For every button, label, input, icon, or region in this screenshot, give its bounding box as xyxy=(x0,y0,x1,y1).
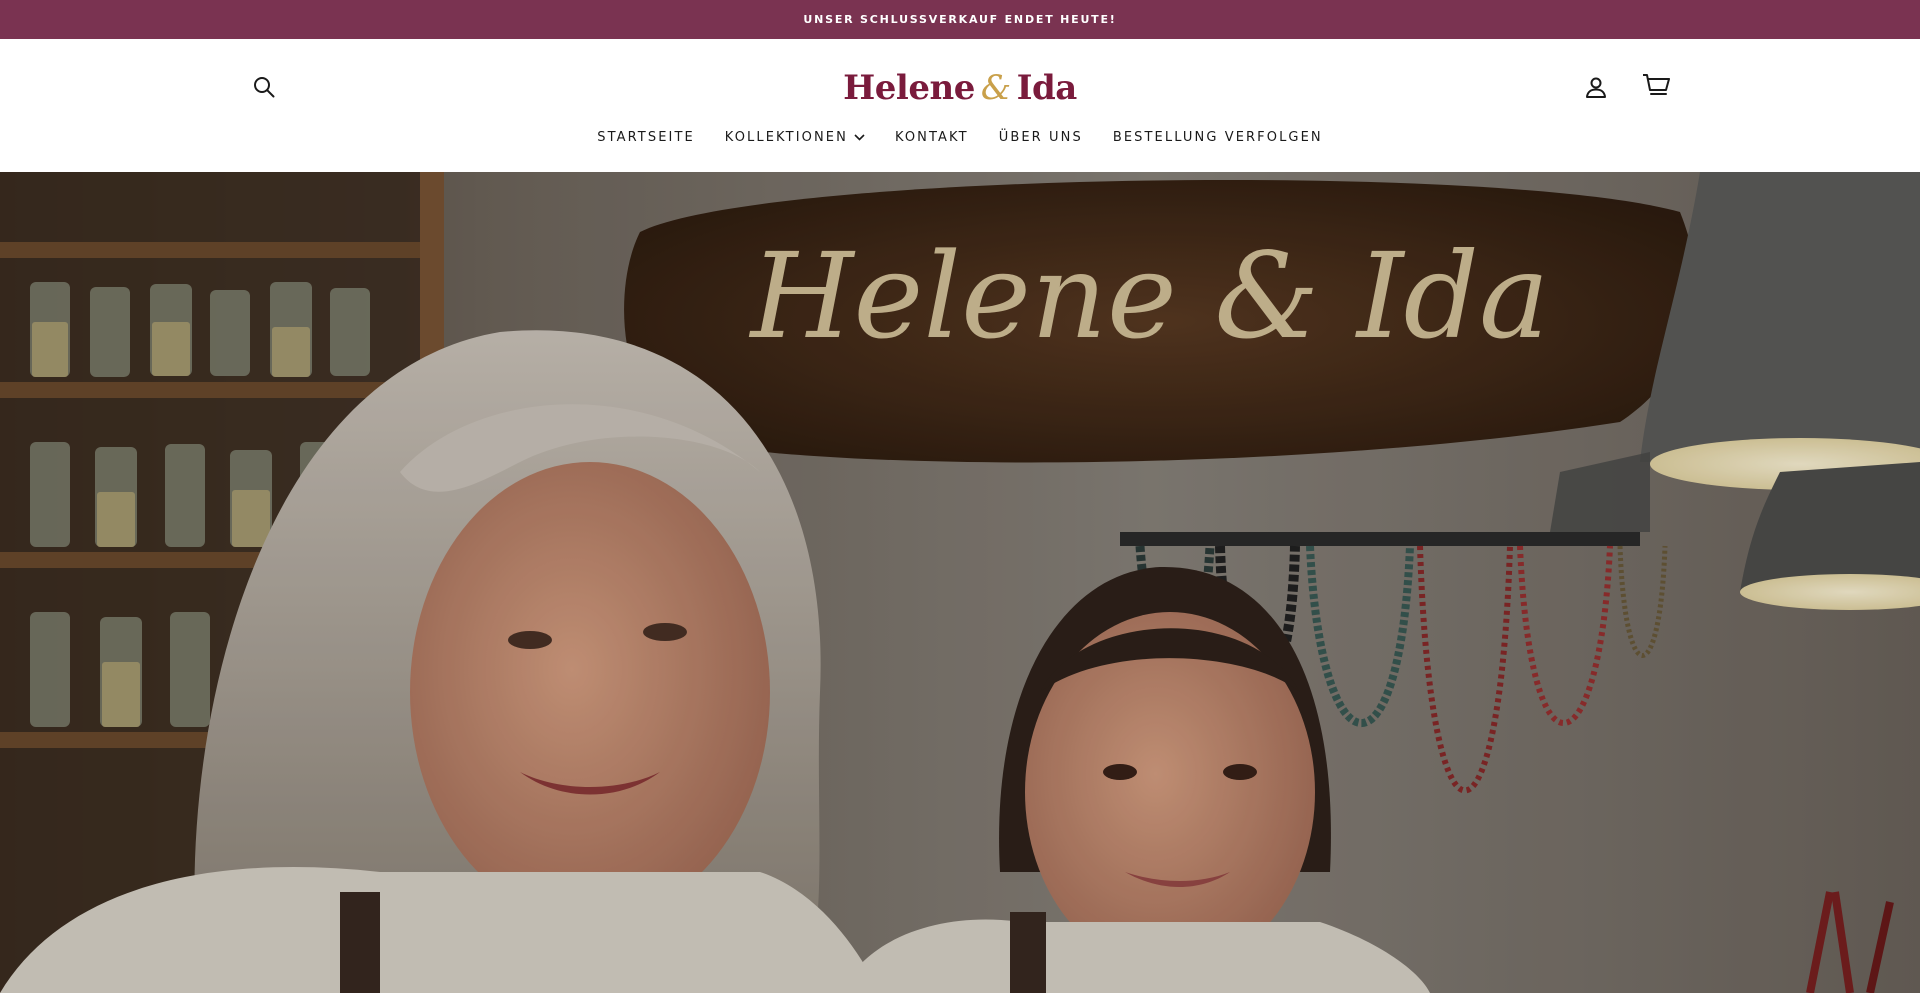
logo-text-ida: Ida xyxy=(1016,68,1078,108)
cart-icon xyxy=(1643,74,1670,95)
logo-text-helene: Helene xyxy=(843,68,975,108)
site-logo[interactable]: Helene & Ida xyxy=(760,63,1160,113)
search-icon xyxy=(254,77,275,98)
hero-image: Helene & Ida xyxy=(0,172,1920,993)
announcement-bar: UNSER SCHLUSSVERKAUF ENDET HEUTE! xyxy=(0,0,1920,39)
nav-item-startseite[interactable]: STARTSEITE xyxy=(582,130,710,145)
nav-item-kollektionen[interactable]: KOLLEKTIONEN xyxy=(710,130,880,145)
chevron-down-icon xyxy=(854,133,865,141)
main-navigation: STARTSEITE KOLLEKTIONEN KONTAKT ÜBER UNS… xyxy=(0,123,1920,151)
nav-label: BESTELLUNG VERFOLGEN xyxy=(1112,129,1323,145)
site-header: Helene & Ida STARTSEITE KOLLEKTIONEN KON… xyxy=(0,39,1920,172)
logo-ampersand: & xyxy=(980,68,1011,108)
nav-label: STARTSEITE xyxy=(597,129,695,145)
account-button[interactable] xyxy=(1576,67,1616,107)
nav-item-ueber-uns[interactable]: ÜBER UNS xyxy=(984,130,1098,145)
nav-item-bestellung-verfolgen[interactable]: BESTELLUNG VERFOLGEN xyxy=(1098,130,1338,145)
announcement-text: UNSER SCHLUSSVERKAUF ENDET HEUTE! xyxy=(803,13,1117,26)
user-icon xyxy=(1586,77,1606,98)
nav-label: KOLLEKTIONEN xyxy=(724,129,848,145)
cart-button[interactable] xyxy=(1636,66,1676,106)
search-button[interactable] xyxy=(244,67,284,107)
nav-item-kontakt[interactable]: KONTAKT xyxy=(880,130,984,145)
nav-label: KONTAKT xyxy=(894,129,969,145)
nav-label: ÜBER UNS xyxy=(998,129,1083,145)
